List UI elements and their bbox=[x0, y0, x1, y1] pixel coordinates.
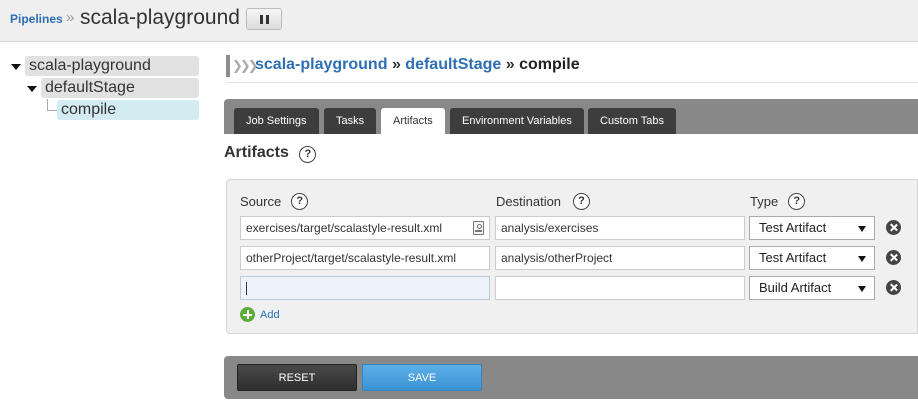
tree-item-job[interactable]: compile bbox=[57, 100, 199, 120]
job-breadcrumb-pipeline-link[interactable]: scala-playground bbox=[255, 56, 387, 73]
remove-artifact-icon[interactable] bbox=[886, 250, 901, 265]
breadcrumb-pipelines-link[interactable]: Pipelines bbox=[10, 12, 63, 26]
tab-tasks[interactable]: Tasks bbox=[324, 108, 377, 134]
job-title-bar: ❯❯❯ scala-playground » defaultStage » co… bbox=[226, 55, 918, 83]
column-header-type: Type ? bbox=[750, 193, 806, 210]
section-title: Artifacts ? bbox=[224, 144, 317, 163]
tab-artifacts[interactable]: Artifacts bbox=[381, 108, 445, 134]
help-icon[interactable]: ? bbox=[573, 193, 591, 210]
artifact-type-select[interactable]: Build Artifact bbox=[749, 276, 875, 300]
artifact-source-input[interactable]: exercises/target/scalastyle-result.xml bbox=[240, 216, 490, 240]
page-title: scala-playground bbox=[80, 6, 240, 29]
dropdown-arrow-icon bbox=[858, 286, 866, 292]
file-browse-icon[interactable] bbox=[473, 221, 484, 235]
help-icon[interactable]: ? bbox=[291, 193, 309, 210]
job-breadcrumb: scala-playground » defaultStage » compil… bbox=[255, 56, 580, 73]
reset-button[interactable]: RESET bbox=[237, 364, 357, 391]
column-header-destination: Destination ? bbox=[496, 193, 591, 210]
title-accent bbox=[226, 55, 230, 77]
page-header: Pipelines » scala-playground bbox=[0, 0, 918, 42]
chevron-right-icon: ❯❯❯ bbox=[232, 58, 259, 73]
remove-artifact-icon[interactable] bbox=[886, 280, 901, 295]
artifact-destination-input[interactable]: analysis/exercises bbox=[495, 216, 745, 240]
tree-item-stage[interactable]: defaultStage bbox=[41, 78, 199, 98]
dropdown-arrow-icon bbox=[858, 226, 866, 232]
collapse-arrow-icon[interactable] bbox=[11, 64, 21, 70]
help-icon[interactable]: ? bbox=[299, 146, 317, 163]
column-header-source: Source ? bbox=[240, 193, 309, 210]
artifact-type-select[interactable]: Test Artifact bbox=[749, 246, 875, 270]
tab-custom-tabs[interactable]: Custom Tabs bbox=[588, 108, 676, 134]
help-icon[interactable]: ? bbox=[788, 193, 806, 210]
tree-item-pipeline[interactable]: scala-playground bbox=[25, 56, 199, 76]
remove-artifact-icon[interactable] bbox=[886, 220, 901, 235]
artifact-type-select[interactable]: Test Artifact bbox=[749, 216, 875, 240]
job-breadcrumb-stage-link[interactable]: defaultStage bbox=[405, 56, 501, 73]
tree-connector-line bbox=[47, 99, 57, 111]
tab-job-settings[interactable]: Job Settings bbox=[234, 108, 319, 134]
artifact-source-input[interactable]: otherProject/target/scalastyle-result.xm… bbox=[240, 246, 490, 270]
job-tabs: Job Settings Tasks Artifacts Environment… bbox=[224, 99, 918, 134]
save-button[interactable]: SAVE bbox=[362, 364, 482, 391]
artifact-destination-input[interactable] bbox=[495, 276, 745, 300]
breadcrumb-separator: » bbox=[66, 9, 75, 26]
text-cursor bbox=[246, 282, 247, 296]
pause-pipeline-button[interactable] bbox=[246, 8, 282, 30]
add-artifact-link[interactable]: Add bbox=[240, 307, 280, 322]
tab-environment-variables[interactable]: Environment Variables bbox=[450, 108, 584, 134]
dropdown-arrow-icon bbox=[858, 256, 866, 262]
artifact-destination-input[interactable]: analysis/otherProject bbox=[495, 246, 745, 270]
pause-icon bbox=[259, 14, 263, 24]
job-breadcrumb-current: compile bbox=[519, 56, 580, 73]
collapse-arrow-icon[interactable] bbox=[27, 86, 37, 92]
add-icon bbox=[240, 307, 255, 322]
artifact-source-input[interactable] bbox=[240, 276, 490, 300]
